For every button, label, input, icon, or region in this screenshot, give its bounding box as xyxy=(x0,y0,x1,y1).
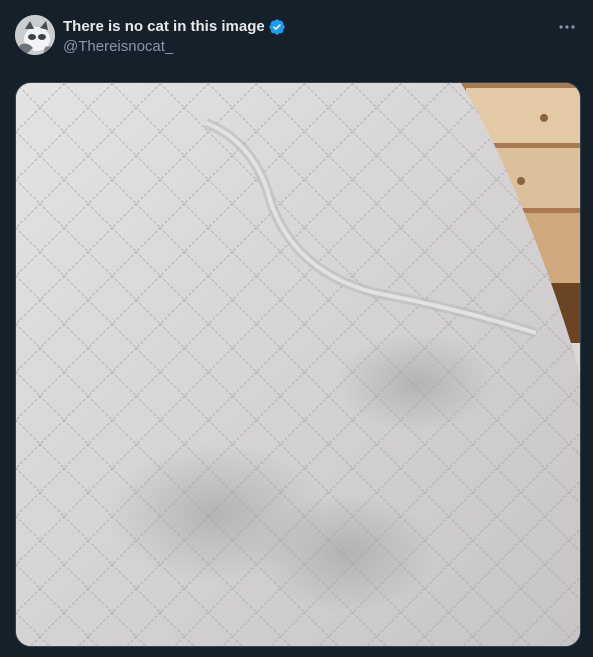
tweet-card: There is no cat in this image @Thereisno… xyxy=(0,0,593,657)
verified-badge-icon xyxy=(268,18,286,36)
name-row: There is no cat in this image xyxy=(63,17,286,37)
user-handle[interactable]: @Thereisnocat_ xyxy=(63,37,173,57)
avatar-image xyxy=(15,15,55,55)
avatar[interactable] xyxy=(15,15,55,55)
tweet-header: There is no cat in this image @Thereisno… xyxy=(15,15,583,57)
quilted-bedspread-photo xyxy=(16,83,580,646)
tweet-media-image[interactable] xyxy=(15,82,581,647)
display-name[interactable]: There is no cat in this image xyxy=(63,17,265,37)
more-horizontal-icon[interactable] xyxy=(555,17,579,37)
